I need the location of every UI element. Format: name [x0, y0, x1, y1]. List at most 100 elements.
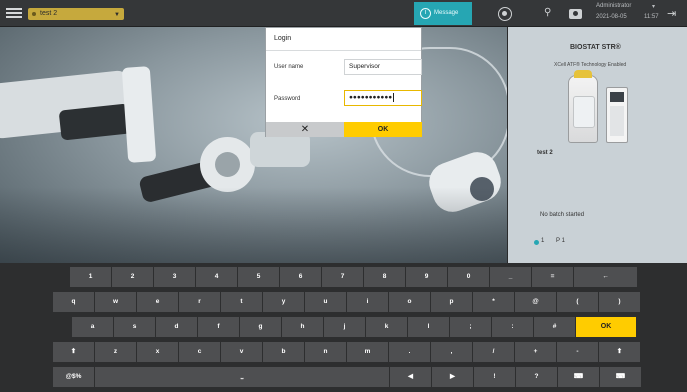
key-5[interactable]: 5: [238, 267, 279, 287]
keyboard-row-2: q w e r t y u i o p * @ ( ): [53, 292, 641, 312]
key-a[interactable]: a: [72, 317, 113, 337]
password-label: Password: [274, 96, 301, 102]
key-2[interactable]: 2: [112, 267, 153, 287]
unit-selector-value: test 2: [40, 10, 58, 17]
symbols-key[interactable]: @$%: [53, 367, 94, 387]
key-asterisk[interactable]: *: [473, 292, 514, 312]
hamburger-menu-icon[interactable]: [6, 6, 22, 20]
key-0[interactable]: 0: [448, 267, 489, 287]
key-x[interactable]: x: [137, 342, 178, 362]
username-input[interactable]: Supervisor: [344, 59, 422, 75]
keyboard-hide-icon[interactable]: ⌨: [600, 367, 641, 387]
key-equals[interactable]: =: [532, 267, 573, 287]
key-1[interactable]: 1: [70, 267, 111, 287]
key-p[interactable]: p: [431, 292, 472, 312]
key-n[interactable]: n: [305, 342, 346, 362]
key-f[interactable]: f: [198, 317, 239, 337]
key-close-paren[interactable]: ): [599, 292, 640, 312]
login-dialog: Login User name Supervisor Password ●●●●…: [265, 27, 422, 137]
key-l[interactable]: l: [408, 317, 449, 337]
target-icon[interactable]: [498, 7, 512, 21]
key-h[interactable]: h: [282, 317, 323, 337]
keyboard-layout-icon[interactable]: ⌨: [558, 367, 599, 387]
key-o[interactable]: o: [389, 292, 430, 312]
chevron-down-icon: ▼: [114, 12, 120, 18]
key-j[interactable]: j: [324, 317, 365, 337]
key-3[interactable]: 3: [154, 267, 195, 287]
key-v[interactable]: v: [221, 342, 262, 362]
key-y[interactable]: y: [263, 292, 304, 312]
key-semicolon[interactable]: ;: [450, 317, 491, 337]
keyboard-row-1: 1 2 3 4 5 6 7 8 9 0 _ = ←: [70, 267, 638, 287]
key-4[interactable]: 4: [196, 267, 237, 287]
message-label: Message: [434, 10, 459, 16]
divider: [266, 50, 421, 51]
key-c[interactable]: c: [179, 342, 220, 362]
text-cursor: [393, 92, 395, 102]
key-t[interactable]: t: [221, 292, 262, 312]
password-input[interactable]: ●●●●●●●●●●●: [344, 90, 422, 106]
key-minus[interactable]: -: [557, 342, 598, 362]
keyboard-row-3: a s d f g h j k l ; : # OK: [72, 317, 637, 337]
username-label: User name: [274, 64, 304, 70]
info-icon: i: [420, 8, 431, 19]
key-b[interactable]: b: [263, 342, 304, 362]
on-screen-keyboard: 1 2 3 4 5 6 7 8 9 0 _ = ← q w e r t y u …: [0, 263, 687, 392]
key-8[interactable]: 8: [364, 267, 405, 287]
spacebar-key[interactable]: ⎵: [95, 367, 389, 387]
count-2-value: 1: [561, 238, 565, 244]
key-underscore[interactable]: _: [490, 267, 531, 287]
key-plus[interactable]: +: [515, 342, 556, 362]
key-u[interactable]: u: [305, 292, 346, 312]
device-title: BIOSTAT STR®: [570, 44, 621, 51]
top-bar: test 2 ▼ i Message ⚲ Administrator ▾ 202…: [0, 0, 687, 27]
key-7[interactable]: 7: [322, 267, 363, 287]
key-9[interactable]: 9: [406, 267, 447, 287]
device-name: test 2: [537, 150, 553, 156]
signal-icon[interactable]: ⚲: [544, 7, 551, 18]
background-photo: [0, 27, 507, 263]
key-comma[interactable]: ,: [431, 342, 472, 362]
key-exclamation[interactable]: !: [474, 367, 515, 387]
password-value: ●●●●●●●●●●●: [349, 94, 393, 101]
key-hash[interactable]: #: [534, 317, 575, 337]
ok-button[interactable]: OK: [344, 122, 422, 137]
key-z[interactable]: z: [95, 342, 136, 362]
key-slash[interactable]: /: [473, 342, 514, 362]
device-subtitle: XCell ATF® Technology Enabled: [554, 62, 627, 68]
logout-icon[interactable]: ⇥: [667, 7, 676, 20]
key-s[interactable]: s: [114, 317, 155, 337]
key-open-paren[interactable]: (: [557, 292, 598, 312]
key-period[interactable]: .: [389, 342, 430, 362]
key-q[interactable]: q: [53, 292, 94, 312]
user-name: Administrator: [596, 3, 632, 9]
key-d[interactable]: d: [156, 317, 197, 337]
count-2-prefix: P: [556, 238, 560, 244]
key-at[interactable]: @: [515, 292, 556, 312]
key-e[interactable]: e: [137, 292, 178, 312]
message-button[interactable]: i Message: [414, 2, 472, 25]
key-g[interactable]: g: [240, 317, 281, 337]
key-colon[interactable]: :: [492, 317, 533, 337]
shift-key-right[interactable]: ⬆: [599, 342, 640, 362]
cursor-right-key[interactable]: ▶: [432, 367, 473, 387]
cursor-left-key[interactable]: ◀: [390, 367, 431, 387]
unit-selector[interactable]: test 2 ▼: [28, 8, 124, 20]
camera-icon[interactable]: [569, 9, 582, 19]
user-menu-chevron-icon[interactable]: ▾: [652, 3, 655, 10]
key-6[interactable]: 6: [280, 267, 321, 287]
status-dot-icon: [32, 12, 36, 16]
key-i[interactable]: i: [347, 292, 388, 312]
key-k[interactable]: k: [366, 317, 407, 337]
shift-key-left[interactable]: ⬆: [53, 342, 94, 362]
key-r[interactable]: r: [179, 292, 220, 312]
control-cabinet-image: [606, 87, 628, 143]
cancel-button[interactable]: ✕: [266, 122, 344, 137]
backspace-key[interactable]: ←: [574, 267, 637, 287]
key-m[interactable]: m: [347, 342, 388, 362]
key-question[interactable]: ?: [516, 367, 557, 387]
keyboard-ok-key[interactable]: OK: [576, 317, 636, 337]
bioreactor-vessel-image: [568, 70, 598, 143]
date-display: 2021-08-05: [596, 14, 627, 20]
key-w[interactable]: w: [95, 292, 136, 312]
